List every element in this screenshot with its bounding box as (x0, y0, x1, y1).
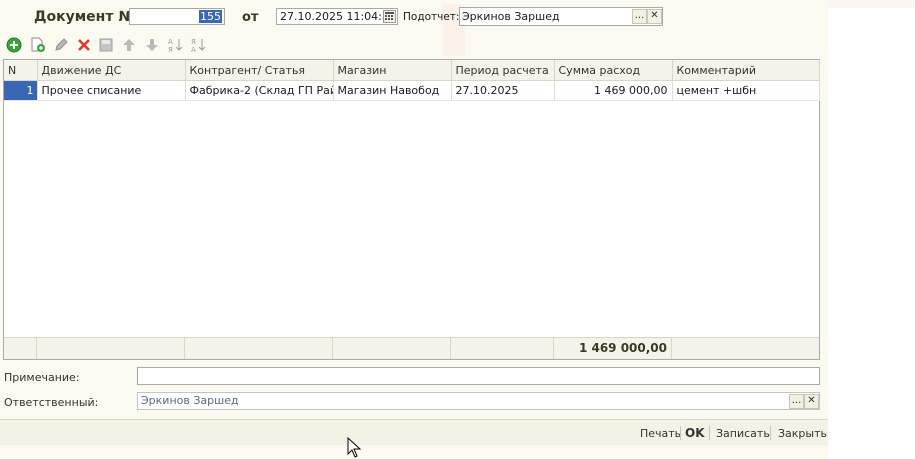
podotchet-label: Подотчет: (403, 11, 460, 23)
move-down-icon[interactable] (144, 37, 160, 53)
save-icon[interactable] (98, 37, 114, 53)
table-footer: 1 469 000,00 (4, 337, 819, 359)
svg-text:Я: Я (191, 38, 196, 46)
bottom-actions-bar: Печать OK Записать Закрыть (0, 419, 828, 445)
responsible-field[interactable]: Эркинов Заршед ... ✕ (137, 392, 820, 410)
column-header-n[interactable]: N (4, 60, 38, 81)
sort-asc-icon[interactable]: A Я (167, 37, 183, 53)
responsible-clear-button[interactable]: ✕ (804, 394, 819, 409)
footer-cell (37, 338, 185, 359)
cell-store[interactable]: Магазин Навобод (333, 80, 452, 101)
responsible-select-button[interactable]: ... (789, 394, 804, 409)
note-label: Примечание: (4, 371, 80, 384)
cell-n[interactable]: 1 (4, 80, 38, 101)
note-input[interactable] (137, 367, 820, 385)
footer-cell (451, 338, 554, 359)
document-number-field[interactable]: 155 (129, 8, 225, 25)
movements-table[interactable]: N Движение ДС Контрагент/ Статья Магазин… (3, 59, 820, 360)
document-label: Документ № (34, 9, 136, 25)
responsible-label: Ответственный: (4, 396, 99, 409)
podotchet-clear-button[interactable]: ✕ (647, 9, 662, 24)
footer-cell (185, 338, 333, 359)
move-up-icon[interactable] (121, 37, 137, 53)
column-header-comment[interactable]: Комментарий (672, 60, 820, 81)
calendar-icon[interactable] (383, 10, 396, 23)
svg-text:A: A (168, 38, 173, 46)
edit-icon[interactable] (53, 37, 69, 53)
separator (709, 426, 710, 440)
column-header-store[interactable]: Магазин (333, 60, 452, 81)
save-button[interactable]: Записать (716, 427, 770, 440)
copy-icon[interactable] (30, 37, 46, 53)
footer-cell (672, 338, 819, 359)
window-outside-area (828, 0, 915, 459)
footer-cell (4, 338, 37, 359)
cell-period[interactable]: 27.10.2025 (451, 80, 555, 101)
cell-comment[interactable]: цемент +шбн (672, 80, 820, 101)
window-outside-tint (828, 0, 915, 8)
table-header-row: N Движение ДС Контрагент/ Статья Магазин… (4, 60, 820, 81)
table-row[interactable]: 1 Прочее списание Фабрика-2 (Склад ГП Ра… (4, 80, 820, 101)
cell-movement[interactable]: Прочее списание (37, 80, 186, 101)
column-header-movement[interactable]: Движение ДС (37, 60, 186, 81)
separator (680, 426, 681, 440)
column-header-counterparty[interactable]: Контрагент/ Статья (185, 60, 334, 81)
column-header-period[interactable]: Период расчета (451, 60, 555, 81)
footer-cell (333, 338, 451, 359)
delete-icon[interactable] (76, 37, 92, 53)
svg-text:A: A (191, 46, 196, 53)
podotchet-value: Эркинов Заршед (462, 10, 560, 23)
document-date-value: 27.10.2025 11:04:35 (280, 10, 396, 23)
document-date-field[interactable]: 27.10.2025 11:04:35 (276, 8, 398, 25)
date-from-label: от (242, 10, 259, 25)
sort-desc-icon[interactable]: Я A (190, 37, 206, 53)
ok-button[interactable]: OK (685, 426, 705, 440)
cell-amount[interactable]: 1 469 000,00 (554, 80, 673, 101)
podotchet-field[interactable]: Эркинов Заршед ... ✕ (459, 7, 663, 26)
close-button[interactable]: Закрыть (778, 427, 827, 440)
amount-total: 1 469 000,00 (554, 338, 672, 359)
column-header-amount[interactable]: Сумма расход (554, 60, 673, 81)
document-number-value: 155 (199, 10, 222, 23)
responsible-value: Эркинов Заршед (141, 394, 239, 407)
cell-counterparty[interactable]: Фабрика-2 (Склад ГП Рай... (185, 80, 334, 101)
separator (770, 426, 771, 440)
podotchet-select-button[interactable]: ... (632, 9, 647, 24)
print-button[interactable]: Печать (640, 427, 681, 440)
mouse-cursor-icon (347, 437, 361, 458)
svg-text:Я: Я (168, 46, 173, 53)
add-icon[interactable] (6, 37, 22, 53)
